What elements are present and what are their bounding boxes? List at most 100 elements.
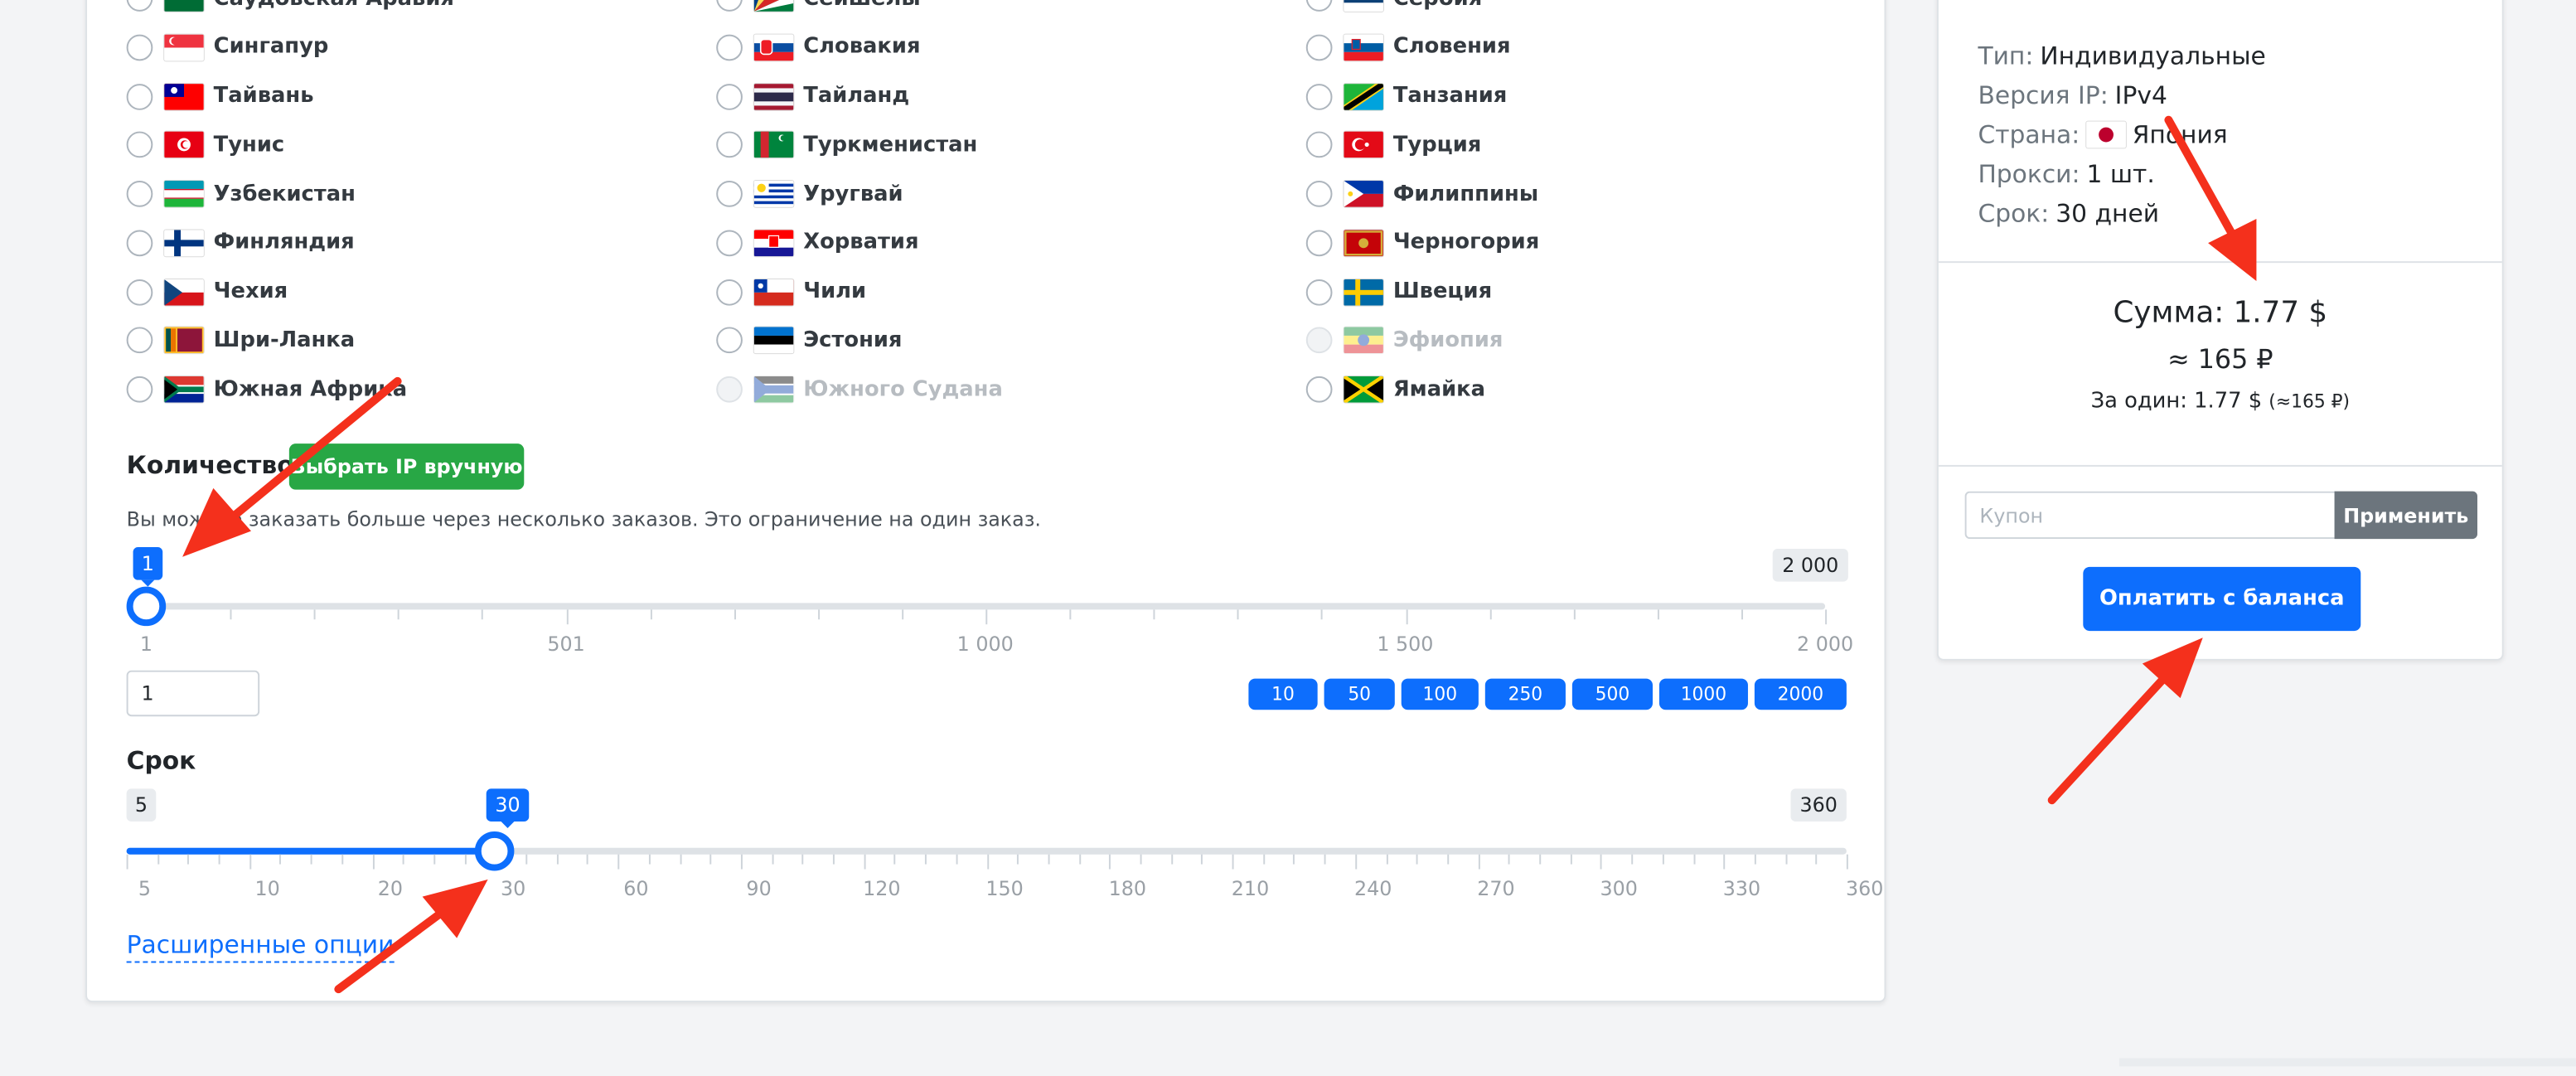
country-radio[interactable] — [126, 0, 153, 12]
country-radio[interactable] — [126, 34, 153, 61]
term-tick — [1631, 854, 1634, 865]
country-option[interactable]: Сейшелы — [716, 0, 921, 17]
country-option[interactable]: Сингапур — [126, 29, 328, 65]
country-option[interactable]: Южная Африка — [126, 371, 407, 408]
country-option[interactable]: Саудовская Аравия — [126, 0, 454, 17]
quantity-track — [146, 603, 1826, 610]
country-option[interactable]: Хорватия — [716, 225, 918, 261]
country-name: Тайланд — [803, 84, 910, 109]
lk-flag-icon — [164, 327, 204, 354]
country-radio[interactable] — [1305, 83, 1333, 109]
country-option[interactable]: Чехия — [126, 274, 288, 310]
country-option[interactable]: Танзания — [1305, 78, 1508, 114]
country-radio[interactable] — [716, 229, 743, 256]
country-radio[interactable] — [1305, 34, 1333, 61]
apply-coupon-button[interactable]: Применить — [2334, 491, 2478, 540]
country-radio[interactable] — [126, 376, 153, 403]
country-option[interactable]: Черногория — [1305, 225, 1539, 261]
country-option[interactable]: Эстония — [716, 322, 902, 359]
quantity-preset-button[interactable]: 50 — [1324, 678, 1395, 710]
quantity-tick — [1153, 609, 1155, 620]
country-radio[interactable] — [1305, 376, 1333, 403]
term-tick — [433, 854, 436, 865]
quantity-input[interactable] — [126, 670, 260, 717]
term-scale-label: 10 — [254, 877, 280, 901]
uz-flag-icon — [164, 181, 204, 207]
country-radio[interactable] — [716, 278, 743, 305]
quantity-tick — [1489, 609, 1491, 620]
term-tick — [1539, 854, 1542, 865]
country-option[interactable]: Швеция — [1305, 274, 1492, 310]
quantity-preset-button[interactable]: 1000 — [1658, 678, 1748, 710]
quantity-preset-button[interactable]: 10 — [1248, 678, 1318, 710]
country-option: Эфиопия — [1305, 322, 1503, 359]
quantity-scale-label: 1 — [139, 633, 153, 656]
quantity-title: Количество — [126, 450, 294, 480]
country-radio[interactable] — [716, 132, 743, 158]
term-tick — [1600, 854, 1603, 870]
country-name: Турция — [1392, 133, 1482, 158]
country-radio[interactable] — [1305, 181, 1333, 207]
quantity-preset-button[interactable]: 100 — [1401, 678, 1479, 710]
term-tick — [464, 854, 467, 865]
term-tick — [341, 854, 344, 865]
country-option[interactable]: Туркменистан — [716, 127, 977, 163]
country-option[interactable]: Узбекистан — [126, 176, 356, 212]
quantity-preset-button[interactable]: 500 — [1571, 678, 1653, 710]
country-option[interactable]: Сербия — [1305, 0, 1482, 17]
term-tick — [1846, 854, 1848, 870]
country-name: Эфиопия — [1392, 327, 1503, 353]
country-option[interactable]: Филиппины — [1305, 176, 1538, 212]
ee-flag-icon — [753, 327, 794, 354]
term-tick — [525, 854, 528, 865]
ss-flag-icon — [753, 376, 794, 403]
country-radio[interactable] — [1305, 229, 1333, 256]
country-option[interactable]: Финляндия — [126, 225, 355, 261]
country-option[interactable]: Ямайка — [1305, 371, 1485, 408]
quantity-tick — [1573, 609, 1576, 620]
manual-ip-button[interactable]: Выбрать IP вручную — [288, 443, 525, 490]
country-radio[interactable] — [1305, 278, 1333, 305]
country-radio[interactable] — [716, 181, 743, 207]
hr-flag-icon — [753, 229, 794, 256]
country-option[interactable]: Тайвань — [126, 78, 313, 114]
ph-flag-icon — [1344, 181, 1383, 207]
country-option[interactable]: Шри-Ланка — [126, 322, 355, 359]
country-radio[interactable] — [716, 0, 743, 12]
pay-from-balance-button[interactable]: Оплатить с баланса — [2083, 566, 2361, 632]
country-radio[interactable] — [126, 278, 153, 305]
quantity-preset-button[interactable]: 2000 — [1754, 678, 1847, 710]
term-thumb[interactable] — [475, 831, 516, 871]
country-option[interactable]: Словакия — [716, 29, 921, 65]
country-radio[interactable] — [126, 327, 153, 354]
summary-per-one: За один: 1.77 $ (≈165 ₽) — [1939, 390, 2502, 414]
country-radio[interactable] — [126, 229, 153, 256]
term-tick — [894, 854, 897, 865]
country-option[interactable]: Турция — [1305, 127, 1482, 163]
term-tick — [648, 854, 651, 865]
country-radio[interactable] — [716, 34, 743, 61]
country-option[interactable]: Уругвай — [716, 176, 903, 212]
quantity-preset-button[interactable]: 250 — [1484, 678, 1566, 710]
country-radio[interactable] — [1305, 0, 1333, 12]
quantity-tick — [565, 609, 568, 625]
country-radio[interactable] — [126, 181, 153, 207]
term-tick — [617, 854, 620, 870]
term-tick — [1754, 854, 1756, 865]
country-option[interactable]: Словения — [1305, 29, 1511, 65]
coupon-input[interactable] — [1964, 491, 2336, 540]
advanced-options-link[interactable]: Расширенные опции — [126, 930, 395, 963]
country-radio[interactable] — [126, 132, 153, 158]
country-radio[interactable] — [716, 83, 743, 109]
quantity-thumb[interactable] — [126, 586, 167, 627]
country-option[interactable]: Тайланд — [716, 78, 909, 114]
country-radio[interactable] — [1305, 132, 1333, 158]
country-name: Танзания — [1392, 84, 1508, 109]
term-tick — [587, 854, 589, 865]
term-tick — [249, 854, 251, 870]
country-option[interactable]: Чили — [716, 274, 866, 310]
term-tick — [1508, 854, 1511, 865]
country-radio[interactable] — [716, 327, 743, 354]
country-option[interactable]: Тунис — [126, 127, 284, 163]
country-radio[interactable] — [126, 83, 153, 109]
